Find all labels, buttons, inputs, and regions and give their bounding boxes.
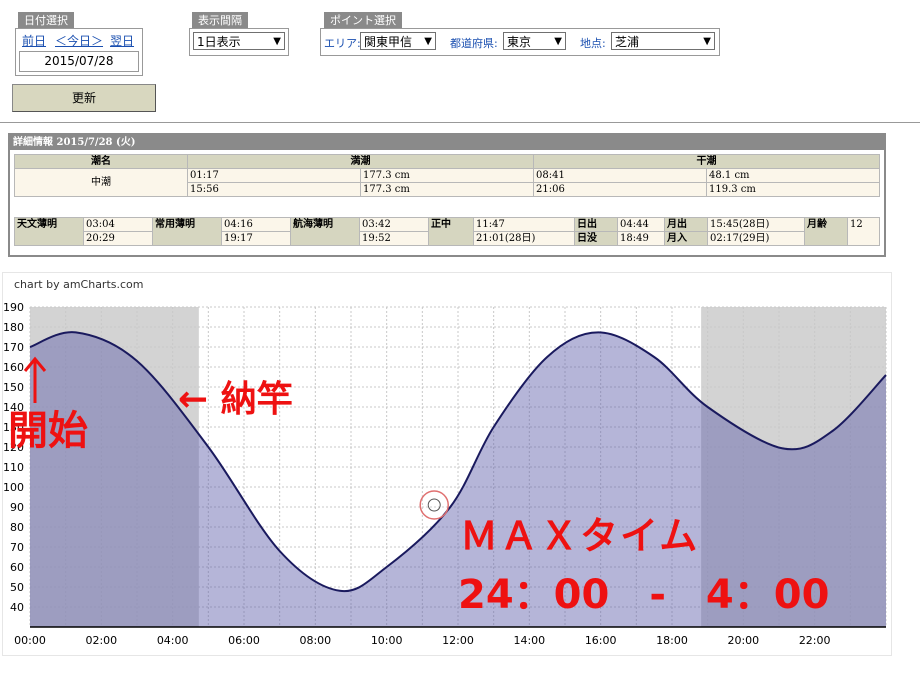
annotation-max-range: 24：00 - 4：00 [458,572,830,618]
x-tick-label: 14:00 [513,634,545,647]
moon-age-value: 12 [847,217,880,246]
current-marker-outer [419,490,449,520]
nautical-twilight-label: 航海薄明 [290,217,360,246]
x-tick-label: 04:00 [157,634,189,647]
y-tick-label: 110 [3,461,24,474]
place-select[interactable]: 芝浦 ▼ [611,32,715,50]
y-tick-label: 90 [10,501,24,514]
date-field[interactable]: 2015/07/28 [19,51,139,72]
moonset-value: 02:17(29日) [707,231,805,246]
noon-1: 11:47 [473,217,575,232]
high-height-1: 177.3 cm [360,168,534,183]
astro-twilight-1: 03:04 [83,217,153,232]
x-tick-label: 10:00 [371,634,403,647]
astro-twilight-2: 20:29 [83,231,153,246]
y-tick-label: 60 [10,561,24,574]
x-tick-label: 02:00 [85,634,117,647]
header-low-tide: 干潮 [533,154,880,169]
low-time-2: 21:06 [533,182,707,197]
header-tide-name: 潮名 [14,154,188,169]
sunrise-value: 04:44 [617,217,665,232]
divider [0,122,920,123]
astro-table: 天文薄明 03:04 常用薄明 04:16 航海薄明 03:42 正中 11:4… [14,217,880,246]
y-tick-label: 80 [10,521,24,534]
header-high-tide: 満潮 [187,154,534,169]
x-tick-label: 08:00 [299,634,331,647]
update-button[interactable]: 更新 [12,84,156,112]
sunset-label: 日没 [574,231,618,246]
x-tick-label: 12:00 [442,634,474,647]
place-label: 地点: [580,37,606,50]
sunset-value: 18:49 [617,231,665,246]
moonset-label: 月入 [664,231,708,246]
annotation-arrow-label: ← 納竿 [178,379,293,420]
noon-label: 正中 [428,217,474,246]
x-tick-label: 18:00 [656,634,688,647]
prev-day-link[interactable]: 前日 [22,32,46,49]
tide-table: 潮名 満潮 干潮 中潮 01:17 177.3 cm 08:41 48.1 cm… [14,154,880,197]
chevron-down-icon: ▼ [273,36,281,47]
low-height-1: 48.1 cm [706,168,880,183]
x-tick-label: 16:00 [585,634,617,647]
moon-age-label: 月齢 [804,217,848,246]
y-tick-label: 70 [10,541,24,554]
nautical-twilight-1: 03:42 [359,217,429,232]
low-time-1: 08:41 [533,168,707,183]
annotation-start: 開始 [8,408,88,454]
x-tick-label: 20:00 [727,634,759,647]
y-tick-label: 40 [10,601,24,614]
moonrise-label: 月出 [664,217,708,232]
annotation-max-time: ＭＡＸタイム [460,514,700,558]
x-tick-label: 22:00 [799,634,831,647]
area-select[interactable]: 関東甲信 ▼ [360,32,436,50]
moonrise-value: 15:45(28日) [707,217,805,232]
point-panel-tab: ポイント選択 [324,12,402,29]
sunrise-label: 日出 [574,217,618,232]
chevron-down-icon: ▼ [703,36,711,47]
current-marker-inner [427,498,441,512]
civil-twilight-label: 常用薄明 [152,217,222,246]
y-tick-label: 190 [3,301,24,314]
x-tick-label: 00:00 [14,634,46,647]
y-tick-label: 50 [10,581,24,594]
low-height-2: 119.3 cm [706,182,880,197]
interval-panel-tab: 表示間隔 [192,12,248,29]
detail-title: 詳細情報 2015/7/28 (火) [10,135,884,150]
high-height-2: 177.3 cm [360,182,534,197]
chevron-down-icon: ▼ [424,36,432,47]
y-tick-label: 170 [3,341,24,354]
next-day-link[interactable]: 翌日 [110,32,134,49]
today-link[interactable]: ＜今日＞ [55,32,103,49]
interval-select[interactable]: 1日表示 ▼ [193,32,285,50]
prefecture-label: 都道府県: [450,37,498,50]
civil-twilight-2: 19:17 [221,231,291,246]
tide-name-value: 中潮 [14,168,188,197]
date-panel-tab: 日付選択 [18,12,74,29]
prefecture-select[interactable]: 東京 ▼ [503,32,566,50]
civil-twilight-1: 04:16 [221,217,291,232]
x-tick-label: 06:00 [228,634,260,647]
high-time-2: 15:56 [187,182,361,197]
up-arrow-icon [23,356,47,403]
chevron-down-icon: ▼ [554,36,562,47]
detail-panel: 詳細情報 2015/7/28 (火) 潮名 満潮 干潮 中潮 01:17 177… [8,133,886,257]
noon-2: 21:01(28日) [473,231,575,246]
high-time-1: 01:17 [187,168,361,183]
y-tick-label: 180 [3,321,24,334]
nautical-twilight-2: 19:52 [359,231,429,246]
y-tick-label: 100 [3,481,24,494]
area-label: エリア: [324,37,361,50]
astro-twilight-label: 天文薄明 [14,217,84,246]
